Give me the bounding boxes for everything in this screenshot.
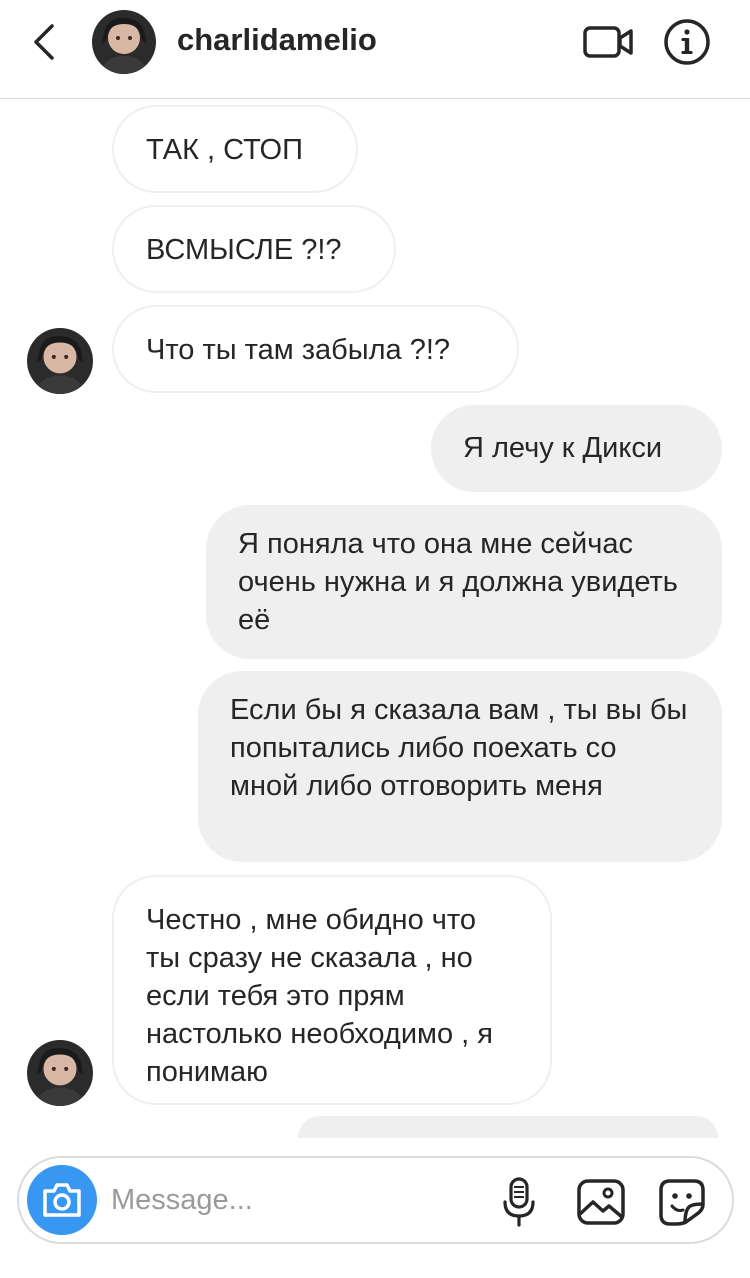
message-input[interactable] [111,1180,481,1220]
message-text: Я поняла что она мне сейчас очень нужна … [238,528,678,636]
gallery-icon [577,1179,625,1225]
avatar[interactable] [92,10,156,74]
microphone-icon [503,1177,535,1227]
video-camera-icon [583,26,633,58]
sticker-icon [659,1179,705,1226]
message-text: Что ты там забыла ?!? [146,334,451,366]
message-text: ВСМЫСЛЕ ?!? [146,234,342,266]
microphone-button[interactable] [501,1176,537,1228]
chat-header: charlidamelio [0,0,750,99]
message-text: Я лечу к Дикси [463,432,663,464]
info-icon [664,19,710,65]
chat-username[interactable]: charlidamelio [177,22,377,58]
outgoing-message[interactable]: Если бы я сказала вам , ты вы бы попытал… [198,671,722,862]
message-text: Если бы я сказала вам , ты вы бы попытал… [230,694,688,802]
back-button[interactable] [28,22,64,62]
message-composer [17,1156,734,1244]
incoming-message[interactable]: ВСМЫСЛЕ ?!? [112,205,396,293]
sticker-button[interactable] [656,1176,708,1228]
video-call-button[interactable] [582,22,634,62]
incoming-message[interactable]: ТАК , СТОП [112,105,358,193]
gallery-button[interactable] [575,1176,627,1228]
camera-icon [43,1183,81,1217]
info-button[interactable] [663,18,711,66]
incoming-message[interactable]: Честно , мне обидно что ты сразу не сказ… [112,875,552,1105]
outgoing-message[interactable]: Я лечу к Дикси [431,405,722,492]
message-text: ТАК , СТОП [146,134,303,166]
sender-avatar[interactable] [27,328,93,394]
sender-avatar[interactable] [27,1040,93,1106]
incoming-message[interactable]: Что ты там забыла ?!? [112,305,519,393]
outgoing-message[interactable]: Я поняла что она мне сейчас очень нужна … [206,505,722,659]
message-text: Честно , мне обидно что ты сразу не сказ… [146,904,493,1088]
chevron-left-icon [34,24,54,60]
camera-button[interactable] [27,1165,97,1235]
outgoing-message-partial[interactable] [298,1116,718,1138]
